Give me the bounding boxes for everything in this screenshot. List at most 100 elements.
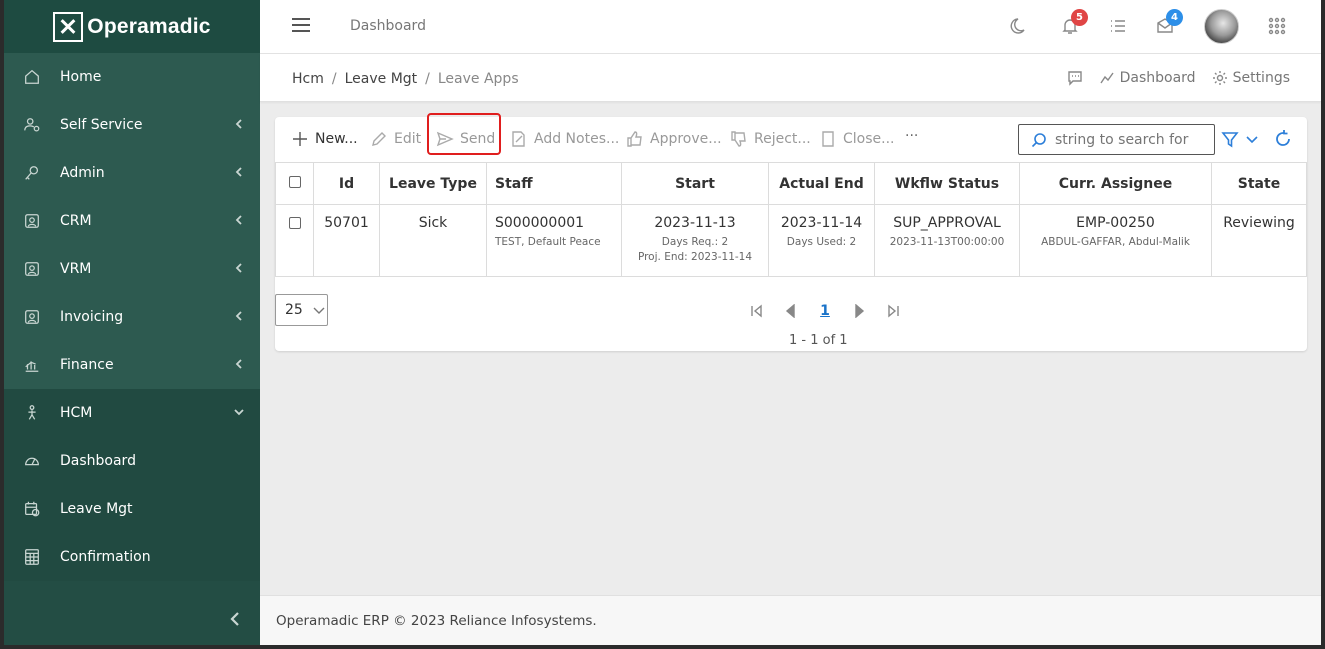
theme-toggle-button[interactable]: [1010, 16, 1032, 38]
chart-line-icon: [1100, 72, 1114, 84]
prev-page-button[interactable]: [774, 302, 808, 320]
row-checkbox[interactable]: [288, 217, 301, 229]
cell-wkflw-status: SUP_APPROVAL 2023-11-13T00:00:00: [874, 204, 1020, 277]
reject-button[interactable]: Reject...: [730, 130, 811, 148]
sidebar-item-label: HCM: [60, 405, 93, 421]
more-options-label: ···: [905, 128, 919, 144]
sidebar-item-dashboard[interactable]: Dashboard: [4, 437, 260, 485]
breadcrumb-item-hcm[interactable]: Hcm: [292, 71, 324, 87]
gauge-icon: [22, 451, 42, 471]
avatar[interactable]: [1204, 9, 1239, 44]
dashboard-link[interactable]: Dashboard: [1099, 70, 1196, 86]
edit-button[interactable]: Edit: [370, 130, 421, 148]
sidebar-item-admin[interactable]: Admin: [4, 149, 260, 197]
column-header-state[interactable]: State: [1211, 162, 1307, 205]
cell-start: 2023-11-13 Days Req.: 2 Proj. End: 2023-…: [621, 204, 769, 277]
select-all-header: [275, 162, 314, 205]
menu-toggle-icon[interactable]: [292, 18, 310, 32]
search-input[interactable]: [1055, 131, 1205, 148]
chevron-down-icon: [234, 406, 244, 420]
assignee-name: ABDUL-GAFFAR, Abdul-Malik: [1041, 236, 1190, 248]
wkflw-status: SUP_APPROVAL: [893, 215, 1001, 231]
new-button-label: New...: [315, 131, 358, 147]
add-notes-button[interactable]: Add Notes...: [510, 130, 619, 148]
apps-button[interactable]: [1267, 16, 1289, 38]
sidebar-item-hcm[interactable]: HCM: [4, 389, 260, 437]
main-area: Dashboard 5 4 Hcm / Leave Mgt / Leave Ap…: [260, 0, 1321, 645]
column-header-id[interactable]: Id: [313, 162, 380, 205]
gear-icon: [1212, 71, 1227, 85]
chevron-left-icon: [234, 262, 244, 276]
sidebar-item-label: Confirmation: [60, 549, 151, 565]
chevron-left-icon: [230, 612, 239, 626]
table-row[interactable]: 50701 Sick S000000001 TEST, Default Peac…: [275, 204, 1307, 277]
days-used: Days Used: 2: [786, 236, 857, 248]
select-all-checkbox[interactable]: [288, 175, 301, 188]
breadcrumb-item-leave-mgt[interactable]: Leave Mgt: [345, 71, 418, 87]
column-header-leave-type[interactable]: Leave Type: [379, 162, 487, 205]
page-title: Dashboard: [350, 18, 426, 34]
column-header-actual-end[interactable]: Actual End: [768, 162, 875, 205]
sidebar-item-self-service[interactable]: Self Service: [4, 101, 260, 149]
chevron-left-icon: [234, 166, 244, 180]
logo[interactable]: Operamadic: [4, 0, 260, 53]
approve-button[interactable]: Approve...: [626, 130, 722, 148]
wkflw-date: 2023-11-13T00:00:00: [889, 236, 1005, 248]
pencil-icon: [372, 132, 386, 146]
page-number-button[interactable]: 1: [808, 302, 842, 320]
contact-icon: [22, 211, 42, 231]
sidebar-item-crm[interactable]: CRM: [4, 197, 260, 245]
last-page-button[interactable]: [876, 302, 910, 320]
chevron-down-icon: [1246, 136, 1258, 144]
notifications-button[interactable]: 5: [1060, 9, 1088, 38]
note-edit-icon: [512, 131, 525, 147]
column-header-curr-assignee[interactable]: Curr. Assignee: [1019, 162, 1212, 205]
breadcrumb-bar: Hcm / Leave Mgt / Leave Apps Dashboard S…: [260, 54, 1321, 102]
next-page-button[interactable]: [842, 302, 876, 320]
list-icon: [1111, 20, 1125, 32]
sidebar-item-label: Home: [60, 69, 102, 85]
search-box[interactable]: [1018, 124, 1215, 155]
thumbs-down-icon: [731, 131, 746, 147]
last-page-icon: [888, 304, 899, 318]
tasks-button[interactable]: [1108, 16, 1130, 38]
sidebar-item-vrm[interactable]: VRM: [4, 245, 260, 293]
sidebar-item-confirmation[interactable]: Confirmation: [4, 533, 260, 581]
cell-actual-end: 2023-11-14 Days Used: 2: [768, 204, 875, 277]
sidebar-item-leave-mgt[interactable]: Leave Mgt: [4, 485, 260, 533]
first-page-button[interactable]: [740, 302, 774, 320]
home-icon: [22, 67, 42, 87]
messages-button[interactable]: 4: [1155, 9, 1183, 38]
more-options-button[interactable]: ···: [905, 128, 918, 144]
sidebar-item-invoicing[interactable]: Invoicing: [4, 293, 260, 341]
settings-link[interactable]: Settings: [1212, 70, 1290, 86]
sidebar-collapse-button[interactable]: [228, 611, 244, 627]
column-header-wkflw-status[interactable]: Wkflw Status: [874, 162, 1020, 205]
plus-icon: [293, 132, 307, 146]
chevron-left-icon: [234, 118, 244, 132]
pager-info: 1 - 1 of 1: [789, 333, 848, 348]
close-button[interactable]: Close...: [819, 130, 895, 148]
page-size-select[interactable]: 25: [275, 294, 328, 326]
leave-apps-grid: New... Edit Send Add Notes... Approve...: [275, 113, 1307, 351]
chevron-left-icon: [234, 358, 244, 372]
footer: Operamadic ERP © 2023 Reliance Infosyste…: [260, 595, 1321, 645]
column-header-start[interactable]: Start: [621, 162, 769, 205]
filter-button[interactable]: [1221, 130, 1261, 148]
apps-grid-icon: [1268, 17, 1286, 35]
sidebar-item-finance[interactable]: Finance: [4, 341, 260, 389]
app-name: Operamadic: [87, 14, 211, 38]
footer-text: Operamadic ERP © 2023 Reliance Infosyste…: [276, 612, 597, 629]
refresh-button[interactable]: [1273, 129, 1293, 153]
sidebar-nav: Home Self Service Admin CRM VRM Invoicin…: [4, 53, 260, 581]
reject-button-label: Reject...: [754, 131, 811, 147]
topbar: Dashboard 5 4: [260, 0, 1321, 54]
staff-code: S000000001: [495, 215, 585, 231]
breadcrumb: Hcm / Leave Mgt / Leave Apps: [292, 71, 519, 87]
column-header-staff[interactable]: Staff: [486, 162, 622, 205]
contact-icon: [22, 259, 42, 279]
sidebar-item-home[interactable]: Home: [4, 53, 260, 101]
person-icon: [22, 403, 42, 423]
chat-button[interactable]: [1067, 70, 1083, 86]
new-button[interactable]: New...: [291, 130, 358, 148]
